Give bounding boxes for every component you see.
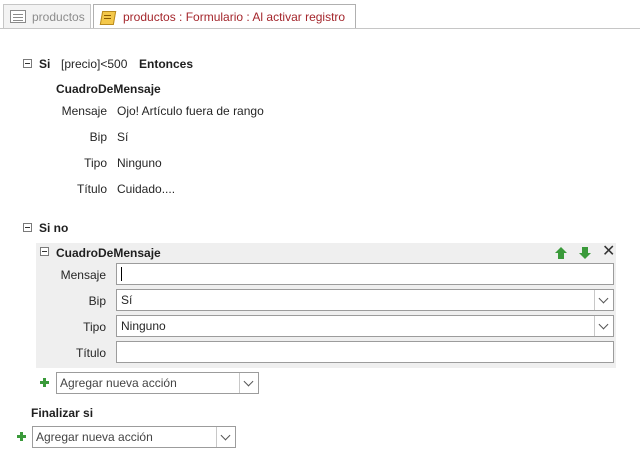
tab-divider <box>0 28 640 29</box>
collapse-action-icon[interactable] <box>40 247 49 256</box>
selected-action-panel: CuadroDeMensaje ✕ Mensaje Bip Sí Tipo Ni… <box>36 243 616 368</box>
dropdown-button[interactable] <box>239 373 258 393</box>
chevron-down-icon <box>243 376 254 387</box>
tab-macro-editor[interactable]: productos : Formulario : Al activar regi… <box>93 4 356 29</box>
titulo-input[interactable] <box>116 341 614 363</box>
tab-label: productos <box>32 9 85 24</box>
chevron-down-icon <box>220 430 231 441</box>
chevron-down-icon <box>598 319 609 330</box>
document-tab-bar: productos productos : Formulario : Al ac… <box>0 0 640 29</box>
arg-label-bip: Bip <box>89 130 107 144</box>
else-keyword: Si no <box>39 221 69 235</box>
form-icon <box>10 10 26 23</box>
text-cursor <box>121 267 122 281</box>
add-action-plus-icon <box>40 378 49 387</box>
add-action-plus-icon <box>17 432 26 441</box>
macro-icon <box>100 10 116 25</box>
collapse-else-icon[interactable] <box>23 223 32 232</box>
arg-value-titulo: Cuidado.... <box>117 182 176 196</box>
tipo-value: Ninguno <box>121 319 166 333</box>
mensaje-input[interactable] <box>116 263 614 285</box>
add-action-select[interactable]: Agregar nueva acción <box>56 372 259 394</box>
if-condition[interactable]: [precio]<500 <box>61 57 127 71</box>
dropdown-button[interactable] <box>594 290 613 310</box>
collapse-if-icon[interactable] <box>23 59 32 68</box>
chevron-down-icon <box>598 293 609 304</box>
arg-value-tipo: Ninguno <box>117 156 162 170</box>
arg-label-titulo: Título <box>76 182 107 196</box>
bip-select[interactable]: Sí <box>116 289 614 311</box>
delete-action-icon[interactable]: ✕ <box>602 244 615 260</box>
move-up-icon[interactable] <box>555 247 567 259</box>
if-keyword: Si <box>39 57 51 71</box>
action-name: CuadroDeMensaje <box>56 246 161 260</box>
arg-value-mensaje: Ojo! Artículo fuera de rango <box>117 104 264 118</box>
bip-value: Sí <box>121 293 133 307</box>
field-label-titulo: Título <box>75 346 106 360</box>
field-label-tipo: Tipo <box>83 320 106 334</box>
end-if-keyword: Finalizar si <box>31 406 94 420</box>
field-label-bip: Bip <box>88 294 106 308</box>
then-keyword: Entonces <box>139 57 194 71</box>
move-down-icon[interactable] <box>579 247 591 259</box>
dropdown-button[interactable] <box>594 316 613 336</box>
field-label-mensaje: Mensaje <box>60 268 106 282</box>
dropdown-button[interactable] <box>216 427 235 447</box>
action-name[interactable]: CuadroDeMensaje <box>56 82 161 96</box>
arg-label-tipo: Tipo <box>84 156 107 170</box>
tipo-select[interactable]: Ninguno <box>116 315 614 337</box>
add-action-select-bottom[interactable]: Agregar nueva acción <box>32 426 236 448</box>
add-action-placeholder: Agregar nueva acción <box>36 430 153 444</box>
arg-value-bip: Sí <box>117 130 129 144</box>
tab-label: productos : Formulario : Al activar regi… <box>123 10 346 24</box>
add-action-placeholder: Agregar nueva acción <box>60 376 177 390</box>
arg-label-mensaje: Mensaje <box>61 104 107 118</box>
tab-productos[interactable]: productos <box>3 4 91 28</box>
